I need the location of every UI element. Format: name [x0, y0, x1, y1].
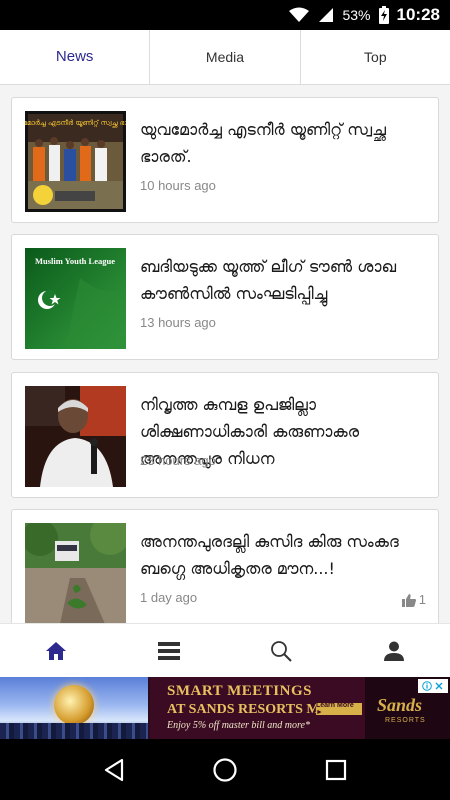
tab-news[interactable]: News	[0, 30, 149, 84]
article-time: 1 day ago	[140, 590, 198, 605]
nav-categories[interactable]	[113, 624, 226, 677]
bottom-nav	[0, 623, 450, 677]
info-icon	[422, 681, 432, 691]
ad-brand: Sands RESORTS	[365, 677, 450, 739]
ad-learn-more-button[interactable]: Learn More ►	[316, 702, 362, 716]
ad-offer: Enjoy 5% off master bill and more*	[167, 720, 310, 731]
clock: 10:28	[396, 5, 440, 24]
tab-bar: News Media Top	[0, 30, 450, 85]
article-title: യുവമോർച്ച എടനീർ യൂണിറ്റ് സ്വച്ഛ ഭാരത്.	[140, 120, 386, 166]
battery-charging-icon	[378, 6, 389, 24]
article-time: 10 hours ago	[140, 178, 216, 193]
home-circle-icon[interactable]	[212, 757, 238, 783]
nav-search[interactable]	[225, 624, 338, 677]
status-bar: 53% 10:28	[0, 0, 450, 30]
ad-brand-logo: Sands	[377, 695, 423, 715]
news-card[interactable]: യുവമോർച്ച എടനീർ യൂണിറ്റ് സ്വച്ഛ ഭാരത് യു…	[11, 97, 439, 223]
system-nav-bar	[0, 739, 450, 800]
ad-headline: SMART MEETINGS	[167, 683, 312, 699]
nav-profile[interactable]	[338, 624, 450, 677]
ad-choices-badge[interactable]	[418, 679, 448, 693]
tab-top[interactable]: Top	[299, 30, 450, 84]
recents-icon[interactable]	[325, 759, 347, 781]
list-icon	[157, 641, 180, 660]
like-count: 1	[418, 592, 426, 607]
article-title: അനന്തപുരദല്ലി കുസിദ കിരു സംകദ ബഗ്ഗെ അധിക…	[140, 532, 399, 578]
ad-copy: SMART MEETINGS AT SANDS RESORTS MACAO En…	[150, 677, 365, 739]
news-feed: യുവമോർച്ച എടനീർ യൂണിറ്റ് സ്വച്ഛ ഭാരത് യു…	[0, 85, 450, 623]
article-title: ബദിയടുക്ക യൂത്ത് ലീഗ് ടൗൺ ശാഖ കൗൺസിൽ സംഘ…	[140, 257, 397, 303]
article-thumbnail: Muslim Youth League	[25, 248, 126, 349]
article-time: 13 hours ago	[140, 315, 216, 330]
back-icon[interactable]	[103, 758, 125, 782]
article-thumbnail	[25, 523, 126, 623]
article-thumbnail: യുവമോർച്ച എടനീർ യൂണിറ്റ് സ്വച്ഛ ഭാരത്	[25, 111, 126, 212]
article-time: 23 hours ago	[140, 453, 216, 468]
thumb-caption: Muslim Youth League	[35, 256, 115, 266]
search-icon	[271, 640, 292, 662]
news-card[interactable]: നിവൃത്ത കുമ്പള ഉപജില്ലാ ശിക്ഷണാധികാരി കര…	[11, 372, 439, 498]
ad-orb	[54, 685, 94, 725]
ad-banner[interactable]: SMART MEETINGS AT SANDS RESORTS MACAO En…	[0, 677, 450, 739]
wifi-icon	[289, 7, 310, 22]
likes[interactable]: 1	[401, 592, 426, 607]
thumbs-up-icon	[401, 593, 416, 607]
battery-percent: 53%	[342, 7, 371, 23]
ad-image	[0, 677, 148, 739]
news-card[interactable]: അനന്തപുരദല്ലി കുസിദ കിരു സംകദ ബഗ്ഗെ അധിക…	[11, 509, 439, 623]
profile-icon	[383, 641, 404, 661]
news-card[interactable]: Muslim Youth League ബദിയടുക്ക യൂത്ത് ലീഗ…	[11, 234, 439, 360]
signal-icon	[319, 8, 334, 22]
article-thumbnail	[25, 386, 126, 487]
ad-brand-sub: RESORTS	[385, 717, 426, 724]
close-icon	[435, 682, 443, 690]
home-icon	[46, 641, 67, 660]
ad-skyline	[0, 723, 148, 739]
nav-home[interactable]	[0, 624, 113, 677]
tab-media[interactable]: Media	[149, 30, 299, 84]
